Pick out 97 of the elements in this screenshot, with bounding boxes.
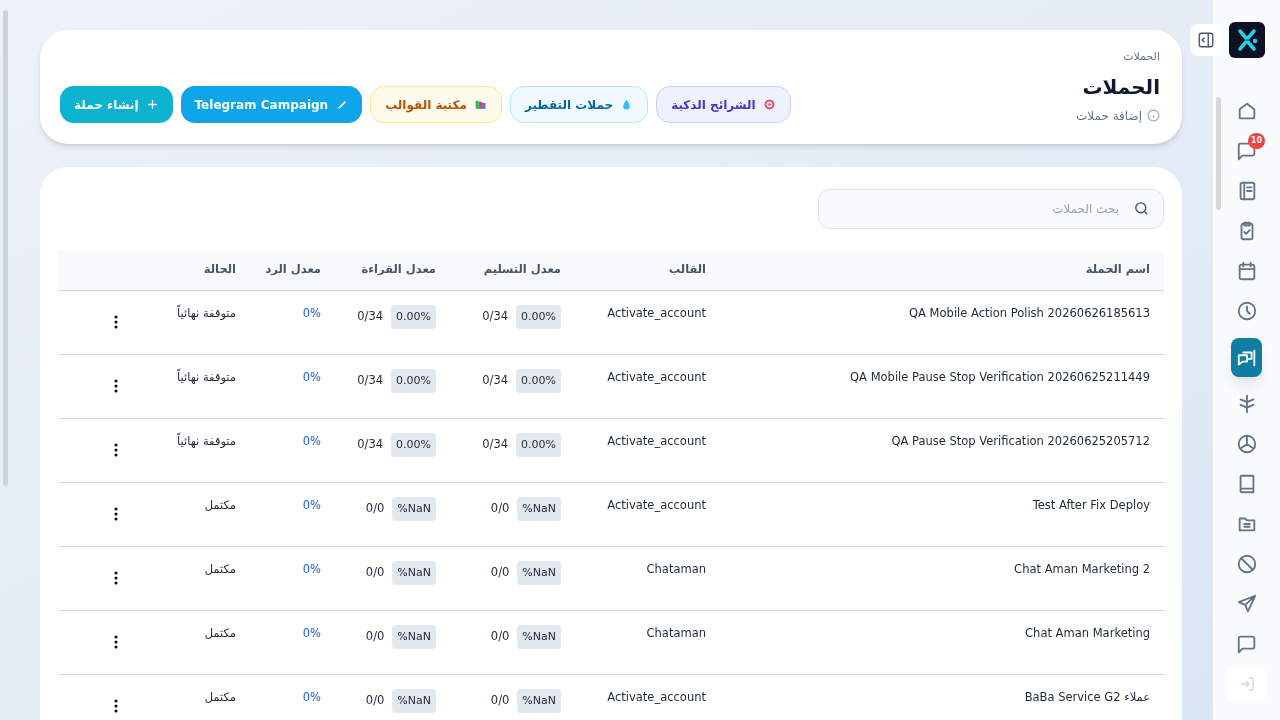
status-text: مكتمل [204,625,236,640]
campaign-name: QA Pause Stop Verification 20260625205712 [891,433,1150,448]
telegram-campaign-button[interactable]: Telegram Campaign [180,86,363,123]
books-icon [473,98,487,111]
message-icon [1235,633,1258,655]
sidebar-toggle-icon [1197,31,1215,49]
status-text: مكتمل [204,561,236,576]
rate-badge: 0.00% [391,368,436,393]
target-icon [762,98,776,111]
status-text: مكتمل [204,689,236,704]
status-text: متوقفة نهائياً [177,369,236,384]
count-text: 0/34 [357,372,384,390]
page-subtitle: إضافة حملات [1076,107,1142,125]
more-options-icon[interactable] [114,315,118,329]
send-icon [1235,593,1258,615]
segments-button[interactable]: الشرائح الذكية [656,86,791,123]
search-icon [1133,200,1150,217]
status-text: متوقفة نهائياً [177,433,236,448]
campaign-name: Test After Fix Deploy [1032,497,1150,512]
reply-rate: 0% [302,369,321,384]
notification-badge: 10 [1247,132,1265,149]
template-name: Chataman [646,625,706,640]
info-icon [1147,109,1160,123]
count-text: 0/0 [365,500,385,518]
pie-chart-icon [1235,433,1258,455]
column-header: اسم الحملة [1085,262,1150,277]
rate-badge: 0.00% [391,304,436,329]
rate-badge: 0.00% [516,432,561,457]
logo-icon [1228,22,1265,58]
page-title: الحملات [1082,73,1160,101]
status-text: متوقفة نهائياً [177,305,236,320]
reply-rate: 0% [302,497,321,512]
drip-campaigns-button[interactable]: حملات التقطير [509,86,649,123]
scrollbar[interactable] [3,10,8,486]
count-text: 0/0 [490,564,510,582]
count-text: 0/34 [357,308,384,326]
template-name: Activate_account [607,433,706,448]
count-text: 0/0 [490,692,510,710]
scrollbar[interactable] [1216,97,1221,210]
template-name: Activate_account [607,369,706,384]
count-text: 0/34 [482,372,509,390]
reply-rate: 0% [302,433,321,448]
column-header: معدل الرد [265,262,321,277]
template-library-button[interactable]: مكتبة القوالب [370,86,502,123]
sidebar-item[interactable] [1231,338,1262,377]
rate-badge: 0.00% [516,304,561,329]
more-options-icon[interactable] [114,443,118,457]
more-options-icon[interactable] [114,571,118,585]
rate-badge: NaN% [517,624,561,649]
ban-icon [1235,553,1258,575]
rate-badge: NaN% [517,688,561,713]
column-header: معدل القراءة [361,262,436,277]
sidebar-item[interactable]: 10 [1231,131,1262,171]
count-text: 0/0 [365,564,385,582]
template-name: Activate_account [607,497,706,512]
reply-rate: 0% [302,561,321,576]
rate-badge: NaN% [392,560,436,585]
reply-rate: 0% [302,305,321,320]
more-options-icon[interactable] [114,379,118,393]
count-text: 0/0 [490,500,510,518]
collapse-button[interactable] [1190,24,1222,56]
create-campaign-button[interactable]: إنشاء حملة [60,86,173,123]
column-header: معدل التسليم [483,262,561,277]
count-text: 0/34 [482,436,509,454]
rate-badge: 0.00% [516,368,561,393]
template-name: Chataman [646,561,706,576]
count-text: 0/34 [482,308,509,326]
count-text: 0/0 [365,628,385,646]
count-text: 0/34 [357,436,384,454]
plus-icon [145,98,159,111]
status-text: مكتمل [204,497,236,512]
reply-rate: 0% [302,625,321,640]
campaign-name: QA Mobile Action Polish 20260626185613 [909,305,1150,320]
count-text: 0/0 [365,692,385,710]
more-options-icon[interactable] [114,635,118,649]
column-header: القالب [668,262,706,277]
rate-badge: NaN% [517,560,561,585]
rate-badge: NaN% [517,496,561,521]
campaign-name: Chat Aman Marketing [1025,625,1150,640]
logout-icon [1238,676,1255,692]
column-header: الحالة [203,262,236,277]
count-text: 0/0 [490,628,510,646]
campaign-name: عملاء BaBa Service G2 [1024,689,1150,704]
rate-badge: NaN% [392,624,436,649]
template-name: Activate_account [607,689,706,704]
more-options-icon[interactable] [114,507,118,521]
rate-badge: NaN% [392,688,436,713]
campaign-name: QA Mobile Pause Stop Verification 20260625211449 [850,369,1150,384]
campaign-name: Chat Aman Marketing 2 [1014,561,1150,576]
breadcrumb[interactable]: الحملات [1123,49,1160,66]
template-name: Activate_account [607,305,706,320]
reply-rate: 0% [302,689,321,704]
rate-badge: NaN% [392,496,436,521]
rate-badge: 0.00% [391,432,436,457]
clock-icon [1235,300,1258,322]
search-field[interactable]: بحث الحملات [818,189,1164,229]
more-options-icon[interactable] [114,699,118,713]
